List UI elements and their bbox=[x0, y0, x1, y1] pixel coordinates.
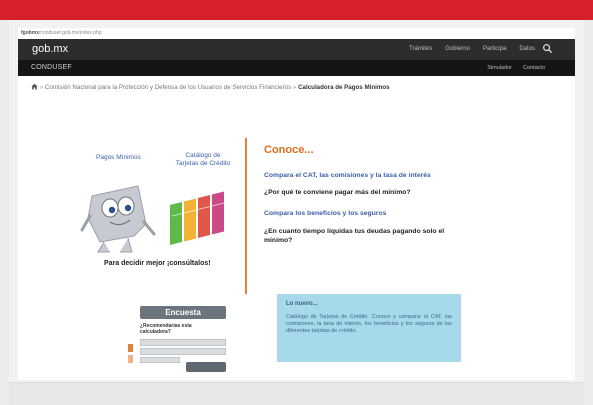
lo-nuevo-title: Lo nuevo... bbox=[286, 301, 318, 307]
lo-nuevo-box[interactable]: Lo nuevo... Catálogo de Tarjetas de Créd… bbox=[277, 294, 461, 362]
top-nav-bar: gob.mx Trámites Gobierno Participa Datos bbox=[18, 39, 575, 60]
top-red-band bbox=[0, 0, 593, 20]
survey-submit-button[interactable] bbox=[186, 362, 226, 372]
lo-nuevo-text: Catálogo de Tarjetas de Crédito. Conoce … bbox=[286, 314, 452, 334]
promo-tagline: Para decidir mejor ¡consúltalos! bbox=[104, 260, 211, 267]
sub-nav: Simulador Contacto bbox=[487, 65, 545, 71]
link-compara-beneficios[interactable]: Compara los beneficios y los seguros bbox=[264, 209, 464, 218]
subnav-simulador[interactable]: Simulador bbox=[487, 65, 512, 71]
nav-gobierno[interactable]: Gobierno bbox=[445, 46, 470, 52]
search-icon[interactable] bbox=[542, 43, 553, 54]
breadcrumb-separator: » bbox=[39, 84, 44, 91]
credit-cards-icon[interactable] bbox=[166, 188, 228, 258]
pagos-minimos-link[interactable]: Pagos Mínimos bbox=[96, 154, 141, 162]
condusef-brand[interactable]: CONDUSEF bbox=[31, 64, 72, 71]
nav-datos[interactable]: Datos bbox=[519, 46, 535, 52]
gobmx-logo[interactable]: gob.mx bbox=[32, 43, 68, 55]
link-pagar-mas-minimo[interactable]: ¿Por qué te conviene pagar más del mínim… bbox=[264, 188, 464, 197]
footer-strip bbox=[9, 382, 584, 405]
conoce-title: Conoce... bbox=[264, 144, 314, 156]
breadcrumb-separator: » bbox=[292, 84, 297, 91]
survey-option-bar[interactable] bbox=[140, 348, 226, 355]
subnav-contacto[interactable]: Contacto bbox=[523, 65, 545, 71]
breadcrumb-parent-link[interactable]: Comisión Nacional para la Protección y D… bbox=[45, 84, 291, 91]
link-tiempo-liquidas[interactable]: ¿En cuanto tiempo liquidas tus deudas pa… bbox=[264, 227, 464, 245]
address-bar[interactable]: fgobmx/condusef.gob.mx/index.php bbox=[21, 30, 102, 36]
survey-marker-icon bbox=[128, 344, 133, 363]
survey-option-bar[interactable] bbox=[140, 339, 226, 346]
survey-option-bar[interactable] bbox=[140, 357, 180, 363]
nav-tramites[interactable]: Trámites bbox=[409, 46, 432, 52]
home-icon[interactable] bbox=[31, 83, 38, 90]
encuesta-header: Encuesta bbox=[140, 306, 226, 319]
vertical-divider bbox=[245, 138, 247, 294]
survey-question-line2: calculadora? bbox=[140, 329, 171, 335]
url-path: /condusef.gob.mx/index.php bbox=[39, 30, 102, 36]
mascot-character-icon[interactable] bbox=[80, 178, 160, 258]
catalogo-label-line1: Catálogo de bbox=[185, 152, 221, 159]
catalogo-label-line2: Tarjetas de Crédito bbox=[175, 160, 231, 167]
link-compara-cat[interactable]: Compara el CAT, las comisiones y la tasa… bbox=[264, 171, 464, 180]
screenshot-screen: fgobmx/condusef.gob.mx/index.php gob.mx … bbox=[18, 28, 575, 380]
sub-nav-bar: CONDUSEF Simulador Contacto bbox=[18, 60, 575, 76]
url-host: fgobmx bbox=[21, 30, 40, 36]
catalogo-tarjetas-link[interactable]: Catálogo de Tarjetas de Crédito bbox=[170, 152, 236, 168]
main-nav: Trámites Gobierno Participa Datos bbox=[409, 46, 535, 52]
survey-question: ¿Recomendarías esta calculadora? bbox=[140, 323, 192, 335]
nav-participa[interactable]: Participa bbox=[483, 46, 506, 52]
breadcrumb-current: Calculadora de Pagos Mínimos bbox=[298, 84, 390, 91]
breadcrumb: » Comisión Nacional para la Protección y… bbox=[31, 83, 571, 91]
